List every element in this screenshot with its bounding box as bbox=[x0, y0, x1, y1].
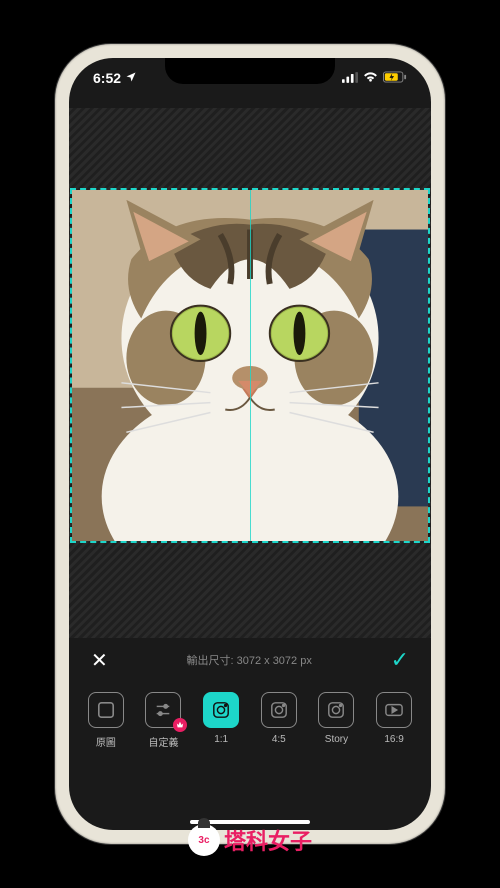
premium-badge-icon bbox=[173, 718, 187, 732]
ratio-label: 4:5 bbox=[272, 734, 286, 745]
ratio-label: Story bbox=[325, 734, 348, 745]
ratio-option-custom[interactable]: 自定義 bbox=[135, 692, 191, 749]
confirm-button[interactable]: ✓ bbox=[391, 647, 409, 673]
ratio-option-16-9[interactable]: 16:9 bbox=[366, 692, 422, 745]
instagram-icon bbox=[203, 692, 239, 728]
editor-canvas[interactable] bbox=[69, 108, 431, 638]
ratio-label: 自定義 bbox=[148, 734, 178, 749]
ratio-toolbar: 原圖 自定義 1:1 4:5 bbox=[69, 688, 431, 749]
ratio-option-4-5[interactable]: 4:5 bbox=[251, 692, 307, 745]
ratio-label: 16:9 bbox=[384, 734, 403, 745]
watermark-text: 塔科女子 bbox=[224, 824, 312, 856]
output-size-label: 輸出尺寸: 3072 x 3072 px bbox=[186, 644, 311, 676]
instagram-icon bbox=[261, 692, 297, 728]
phone-frame: 6:52 bbox=[55, 44, 445, 844]
ratio-option-1-1[interactable]: 1:1 bbox=[193, 692, 249, 745]
wifi-icon bbox=[363, 70, 378, 86]
notch bbox=[165, 58, 335, 84]
phone-screen: 6:52 bbox=[69, 58, 431, 830]
square-outline-icon bbox=[88, 692, 124, 728]
ratio-option-original[interactable]: 原圖 bbox=[78, 692, 134, 749]
watermark: 3c 塔科女子 bbox=[188, 824, 312, 856]
instagram-icon bbox=[318, 692, 354, 728]
location-arrow-icon bbox=[125, 70, 137, 86]
close-button[interactable]: ✕ bbox=[91, 648, 108, 673]
crop-frame[interactable] bbox=[70, 188, 430, 543]
status-time: 6:52 bbox=[93, 70, 121, 86]
action-row: ✕ 輸出尺寸: 3072 x 3072 px ✓ bbox=[69, 638, 431, 688]
battery-icon bbox=[383, 70, 407, 86]
ratio-option-story[interactable]: Story bbox=[308, 692, 364, 745]
signal-icon bbox=[342, 70, 358, 86]
ratio-label: 原圖 bbox=[96, 734, 116, 749]
watermark-avatar-icon: 3c bbox=[188, 824, 220, 856]
ratio-label: 1:1 bbox=[214, 734, 228, 745]
photo-preview bbox=[72, 190, 428, 541]
youtube-icon bbox=[376, 692, 412, 728]
